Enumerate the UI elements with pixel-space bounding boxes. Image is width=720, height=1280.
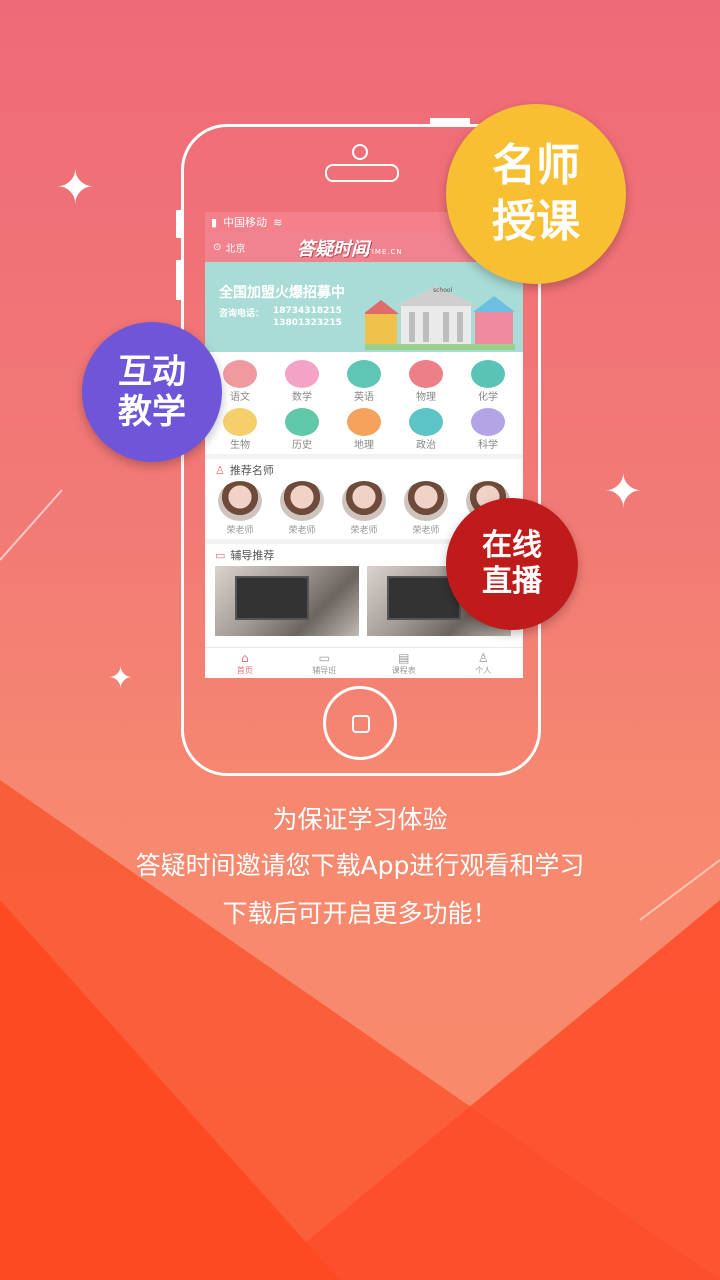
phone-camera xyxy=(352,144,368,160)
sparkle-icon: ✦ xyxy=(56,160,95,214)
home-icon: ⌂ xyxy=(240,650,249,665)
app-logo-sub: DATIME.CN xyxy=(355,248,403,256)
badge-line: 教学 xyxy=(118,392,186,432)
bottom-tab-bar: ⌂ 首页 ▭ 辅导班 ▤ 课程表 ♙ 个人 xyxy=(205,647,523,678)
tab-label: 辅导班 xyxy=(312,665,337,675)
subject-icon xyxy=(409,408,443,436)
badge-line: 互动 xyxy=(118,352,186,392)
badge-live: 在线 直播 xyxy=(446,498,578,630)
tab-label: 首页 xyxy=(236,665,253,675)
phone-top-key xyxy=(430,118,470,124)
teacher-name: 荣老师 xyxy=(350,526,378,536)
tab-video[interactable]: ▭ 辅导班 xyxy=(285,648,365,678)
banner-phone-2: 13801323215 xyxy=(273,318,342,328)
video-thumbnail[interactable] xyxy=(215,566,359,636)
subject-item[interactable]: 物理 xyxy=(395,358,457,406)
sparkle-icon: ✦ xyxy=(604,464,643,518)
subject-label: 历史 xyxy=(292,440,312,451)
subject-icon xyxy=(223,408,257,436)
schedule-icon: ▤ xyxy=(398,650,410,665)
badge-line: 名师 xyxy=(492,140,580,191)
subject-item[interactable]: 化学 xyxy=(457,358,519,406)
subject-label: 化学 xyxy=(478,392,498,403)
recommended-teachers-header: ♙ 推荐名师 xyxy=(205,454,523,481)
subject-icon xyxy=(223,360,257,388)
avatar xyxy=(404,481,448,521)
caption-line-1: 为保证学习体验 xyxy=(272,805,448,834)
subject-item[interactable]: 英语 xyxy=(333,358,395,406)
subject-label: 物理 xyxy=(416,392,436,403)
phone-side-key xyxy=(176,260,182,300)
person-icon: ♙ xyxy=(477,650,489,665)
sparkle-icon: ✦ xyxy=(108,661,134,696)
banner-title: 全国加盟火爆招募中 xyxy=(219,285,345,301)
badge-line: 授课 xyxy=(492,196,580,247)
subject-item[interactable]: 科学 xyxy=(457,406,519,454)
subject-label: 地理 xyxy=(354,440,374,451)
teacher-card[interactable]: 荣老师 xyxy=(273,481,331,539)
subject-label: 科学 xyxy=(478,440,498,451)
caption-line-3: 下载后可开启更多功能！ xyxy=(222,899,498,928)
subject-label: 语文 xyxy=(230,392,250,403)
subject-label: 数学 xyxy=(292,392,312,403)
subject-icon xyxy=(285,408,319,436)
tab-person[interactable]: ♙ 个人 xyxy=(444,648,524,678)
banner-phone-1: 18734318215 xyxy=(273,306,342,316)
tab-schedule[interactable]: ▤ 课程表 xyxy=(364,648,444,678)
location-icon[interactable]: ⊙ xyxy=(213,242,221,253)
teacher-card[interactable]: 荣老师 xyxy=(211,481,269,539)
avatar xyxy=(342,481,386,521)
school-label: school xyxy=(433,287,453,294)
subject-icon xyxy=(471,408,505,436)
carrier-label: 中国移动 xyxy=(223,216,268,229)
home-button[interactable] xyxy=(323,686,397,760)
teacher-card[interactable]: 荣老师 xyxy=(335,481,393,539)
teacher-name: 荣老师 xyxy=(226,526,254,536)
city-label[interactable]: 北京 xyxy=(225,240,245,255)
phone-side-key xyxy=(176,210,182,238)
subject-item[interactable]: 地理 xyxy=(333,406,395,454)
tab-label: 个人 xyxy=(475,665,492,675)
teacher-name: 荣老师 xyxy=(288,526,316,536)
banner-phone-label: 咨询电话： xyxy=(219,309,265,319)
video-icon: ▭ xyxy=(318,650,330,665)
badge-famous-teacher: 名师 授课 xyxy=(446,104,626,284)
badge-line: 在线 xyxy=(482,528,542,563)
caption-line-2: 答疑时间邀请您下载App进行观看和学习 xyxy=(135,851,585,880)
badge-interactive: 互动 教学 xyxy=(82,322,222,462)
subject-label: 政治 xyxy=(416,440,436,451)
teacher-name: 荣老师 xyxy=(412,526,440,536)
subject-label: 生物 xyxy=(230,440,250,451)
subject-icon xyxy=(285,360,319,388)
promo-banner[interactable]: 全国加盟火爆招募中 咨询电话： 18734318215 13801323215 … xyxy=(205,262,523,352)
subject-item[interactable]: 政治 xyxy=(395,406,457,454)
subject-item[interactable]: 数学 xyxy=(271,358,333,406)
subject-grid: 语文 数学 英语 物理 化学生物 历史 地理 政治 科学 xyxy=(205,352,523,454)
tab-label: 课程表 xyxy=(391,665,416,675)
section-title: 辅导推荐 xyxy=(230,549,275,562)
teacher-icon: ♙ xyxy=(215,463,225,477)
badge-line: 直播 xyxy=(482,564,542,599)
section-title: 推荐名师 xyxy=(229,464,274,477)
video-camera-icon: ▭ xyxy=(215,548,226,562)
subject-item[interactable]: 历史 xyxy=(271,406,333,454)
subject-icon xyxy=(347,360,381,388)
avatar xyxy=(280,481,324,521)
teacher-card[interactable]: 荣老师 xyxy=(397,481,455,539)
subject-icon xyxy=(409,360,443,388)
phone-speaker xyxy=(325,164,399,182)
home-button-square xyxy=(352,715,370,733)
signal-icon: ▮ xyxy=(211,215,218,229)
subject-icon xyxy=(347,408,381,436)
avatar xyxy=(218,481,262,521)
subject-icon xyxy=(471,360,505,388)
wifi-icon: ≋ xyxy=(273,215,283,229)
subject-label: 英语 xyxy=(354,392,374,403)
tab-home[interactable]: ⌂ 首页 xyxy=(205,648,285,678)
